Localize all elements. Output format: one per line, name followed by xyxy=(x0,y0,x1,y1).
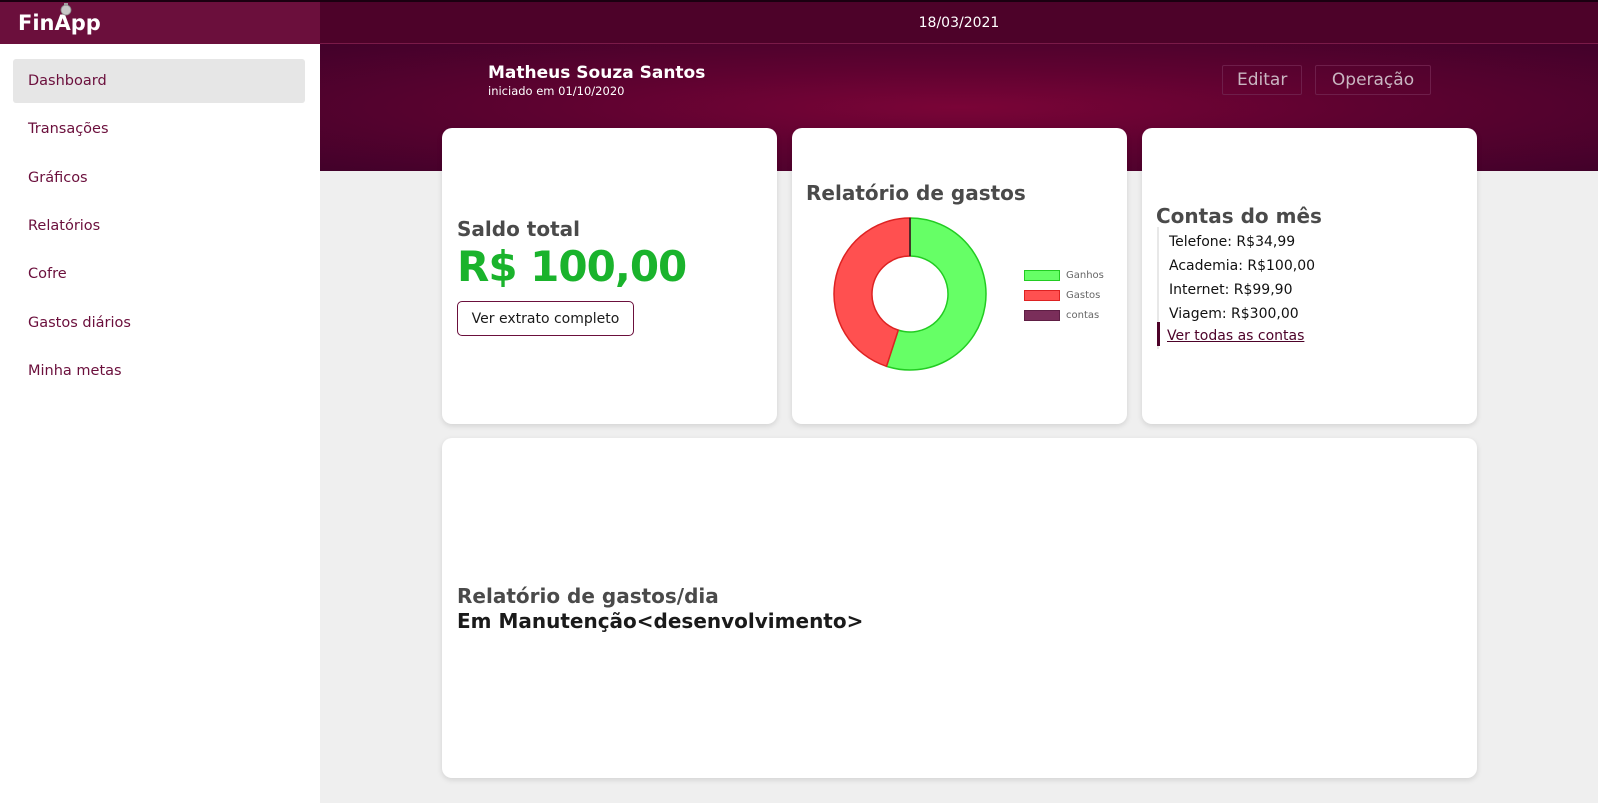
current-date: 18/03/2021 xyxy=(918,14,1000,31)
expense-report-title: Relatório de gastos xyxy=(806,181,1026,205)
sidebar-item-label: Cofre xyxy=(28,266,67,282)
view-all-bills-link[interactable]: Ver todas as contas xyxy=(1167,328,1304,344)
sidebar-item-label: Dashboard xyxy=(28,73,107,89)
legend-label: Ganhos xyxy=(1066,270,1104,281)
expense-report-card: Relatório de gastos Ganhos Gastos contas xyxy=(792,128,1127,424)
view-statement-button[interactable]: Ver extrato completo xyxy=(457,301,634,336)
sidebar-item-gastos-diarios[interactable]: Gastos diários xyxy=(13,301,305,345)
sidebar-item-label: Gráficos xyxy=(28,170,88,186)
daily-expenses-card: Relatório de gastos/dia Em Manutenção<de… xyxy=(442,438,1477,778)
legend-label: Gastos xyxy=(1066,290,1101,301)
expense-donut-chart xyxy=(833,217,987,371)
legend-label: contas xyxy=(1066,310,1100,321)
edit-button[interactable]: Editar xyxy=(1222,65,1302,95)
legend-swatch xyxy=(1024,290,1060,301)
user-since: iniciado em 01/10/2020 xyxy=(488,84,625,98)
bill-item: Viagem: R$300,00 xyxy=(1169,306,1299,322)
sidebar-item-cofre[interactable]: Cofre xyxy=(13,252,305,296)
monthly-bills-title: Contas do mês xyxy=(1156,204,1322,228)
daily-expenses-title: Relatório de gastos/dia xyxy=(457,584,719,608)
sidebar-item-relatorios[interactable]: Relatórios xyxy=(13,204,305,248)
bill-item: Internet: R$99,90 xyxy=(1169,282,1293,298)
legend-swatch xyxy=(1024,270,1060,281)
user-name: Matheus Souza Santos xyxy=(488,63,706,83)
sidebar-item-label: Minha metas xyxy=(28,363,122,379)
legend-item-contas[interactable]: contas xyxy=(1024,310,1099,321)
bill-item: Telefone: R$34,99 xyxy=(1169,234,1296,250)
sidebar-item-minha-metas[interactable]: Minha metas xyxy=(13,349,305,393)
brand-logo[interactable]: FinApp xyxy=(18,3,101,35)
brand-bar: FinApp xyxy=(0,0,320,44)
sidebar-item-label: Relatórios xyxy=(28,218,101,234)
sidebar: Dashboard Transações Gráficos Relatórios… xyxy=(0,44,320,803)
legend-swatch xyxy=(1024,310,1060,321)
money-bag-icon xyxy=(60,3,72,16)
saldo-card: Saldo total R$ 100,00 Ver extrato comple… xyxy=(442,128,777,424)
saldo-title: Saldo total xyxy=(457,217,580,241)
sidebar-item-transacoes[interactable]: Transações xyxy=(13,107,305,151)
sidebar-item-label: Gastos diários xyxy=(28,315,131,331)
sidebar-item-label: Transações xyxy=(28,121,109,137)
sidebar-item-graficos[interactable]: Gráficos xyxy=(13,156,305,200)
top-bar: 18/03/2021 xyxy=(320,0,1598,44)
saldo-value: R$ 100,00 xyxy=(457,242,687,291)
legend-item-gastos[interactable]: Gastos xyxy=(1024,290,1100,301)
link-accent-bar xyxy=(1157,322,1160,346)
sidebar-item-dashboard[interactable]: Dashboard xyxy=(13,59,305,103)
bill-item: Academia: R$100,00 xyxy=(1169,258,1316,274)
maintenance-status: Em Manutenção<desenvolvimento> xyxy=(457,609,864,633)
legend-item-ganhos[interactable]: Ganhos xyxy=(1024,270,1104,281)
monthly-bills-card: Contas do mês Telefone: R$34,99 Academia… xyxy=(1142,128,1477,424)
operation-button[interactable]: Operação xyxy=(1315,65,1431,95)
